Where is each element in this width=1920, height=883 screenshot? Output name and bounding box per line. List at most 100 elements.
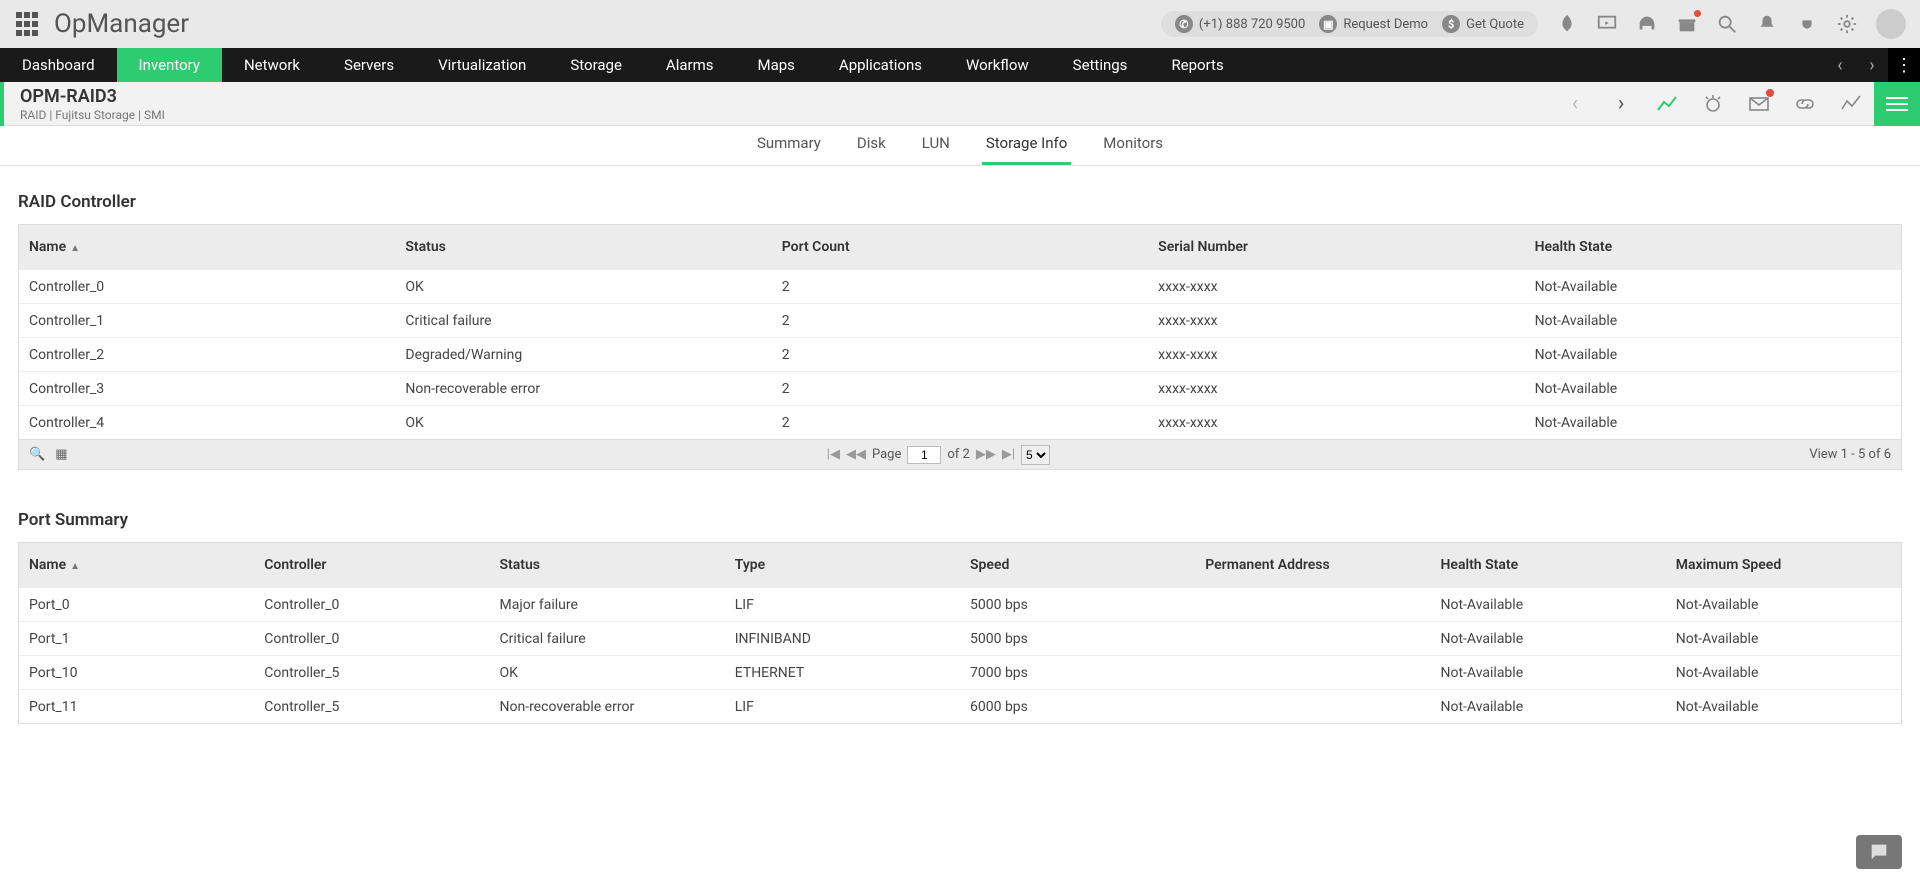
- page-prev-icon[interactable]: ‹: [1562, 91, 1588, 117]
- cell-status: Critical failure: [490, 623, 725, 655]
- prev-page-icon[interactable]: ◀◀: [846, 447, 866, 462]
- nav-item-network[interactable]: Network: [222, 48, 322, 82]
- cell-health: Not-Available: [1525, 407, 1901, 439]
- cell-status: Critical failure: [395, 305, 771, 337]
- chat-fab[interactable]: [1856, 835, 1902, 869]
- cell-status: OK: [490, 657, 725, 689]
- cell-port: 2: [772, 339, 1148, 371]
- raid-grid-header: Name▲ Status Port Count Serial Number He…: [19, 225, 1901, 269]
- nav-item-reports[interactable]: Reports: [1149, 48, 1245, 82]
- grid-columns-icon[interactable]: ▦: [55, 447, 67, 462]
- col-port-count[interactable]: Port Count: [772, 227, 1148, 267]
- cell-max: Not-Available: [1666, 623, 1901, 655]
- cell-type: LIF: [725, 691, 960, 723]
- next-page-icon[interactable]: ▶▶: [976, 447, 996, 462]
- chart-icon[interactable]: [1654, 91, 1680, 117]
- last-page-icon[interactable]: ▶|: [1002, 447, 1015, 462]
- nav-item-dashboard[interactable]: Dashboard: [0, 48, 117, 82]
- col-health2[interactable]: Health State: [1431, 545, 1666, 585]
- nav-item-applications[interactable]: Applications: [817, 48, 944, 82]
- col-serial[interactable]: Serial Number: [1148, 227, 1524, 267]
- page-crumbs: RAID | Fujitsu Storage | SMI: [20, 108, 165, 122]
- presentation-icon[interactable]: [1596, 13, 1618, 35]
- nav-next-icon[interactable]: ›: [1856, 48, 1888, 82]
- cell-status: OK: [395, 271, 771, 303]
- page-action-icons: ‹ ›: [1562, 91, 1864, 117]
- page-menu-button[interactable]: [1874, 82, 1920, 126]
- link-icon[interactable]: [1792, 91, 1818, 117]
- rocket-icon[interactable]: [1556, 13, 1578, 35]
- col-status[interactable]: Status: [395, 227, 771, 267]
- page-input[interactable]: [907, 446, 941, 464]
- request-demo-item[interactable]: ▣ Request Demo: [1319, 15, 1428, 33]
- col-health[interactable]: Health State: [1525, 227, 1901, 267]
- main-nav: DashboardInventoryNetworkServersVirtuali…: [0, 48, 1920, 82]
- nav-item-maps[interactable]: Maps: [735, 48, 816, 82]
- col-status2[interactable]: Status: [490, 545, 725, 585]
- get-quote-item[interactable]: $ Get Quote: [1442, 15, 1524, 33]
- bell-icon[interactable]: [1756, 13, 1778, 35]
- col-name[interactable]: Name▲: [19, 227, 395, 267]
- cell-health: Not-Available: [1525, 373, 1901, 405]
- cell-type: LIF: [725, 589, 960, 621]
- user-avatar[interactable]: [1876, 9, 1906, 39]
- table-row[interactable]: Port_1Controller_0Critical failureINFINI…: [19, 621, 1901, 655]
- headset-icon[interactable]: [1636, 13, 1658, 35]
- cell-speed: 5000 bps: [960, 623, 1195, 655]
- table-row[interactable]: Controller_1Critical failure2xxxx-xxxxNo…: [19, 303, 1901, 337]
- cell-addr: [1195, 631, 1430, 647]
- cell-health: Not-Available: [1525, 339, 1901, 371]
- cell-health: Not-Available: [1431, 623, 1666, 655]
- col-max-speed[interactable]: Maximum Speed: [1666, 545, 1901, 585]
- nav-more-icon[interactable]: ⋮: [1888, 48, 1920, 82]
- mail-icon[interactable]: [1746, 91, 1772, 117]
- table-row[interactable]: Controller_0OK2xxxx-xxxxNot-Available: [19, 269, 1901, 303]
- cell-controller: Controller_0: [254, 623, 489, 655]
- apps-grid-icon[interactable]: [14, 11, 40, 37]
- sort-icon: ▲: [70, 243, 80, 254]
- nav-item-storage[interactable]: Storage: [548, 48, 644, 82]
- tab-summary[interactable]: Summary: [753, 134, 825, 165]
- cell-health: Not-Available: [1525, 305, 1901, 337]
- trend-icon[interactable]: [1838, 91, 1864, 117]
- search-icon[interactable]: [1716, 13, 1738, 35]
- table-row[interactable]: Port_11Controller_5Non-recoverable error…: [19, 689, 1901, 723]
- col-port-name[interactable]: Name▲: [19, 545, 254, 585]
- nav-item-settings[interactable]: Settings: [1051, 48, 1150, 82]
- col-controller[interactable]: Controller: [254, 545, 489, 585]
- page-size-select[interactable]: 5: [1021, 445, 1050, 465]
- table-row[interactable]: Port_0Controller_0Major failureLIF5000 b…: [19, 587, 1901, 621]
- first-page-icon[interactable]: |◀: [827, 447, 840, 462]
- nav-item-inventory[interactable]: Inventory: [117, 48, 222, 82]
- col-speed[interactable]: Speed: [960, 545, 1195, 585]
- breadcrumb-block: OPM-RAID3 RAID | Fujitsu Storage | SMI: [0, 82, 181, 126]
- col-type[interactable]: Type: [725, 545, 960, 585]
- nav-item-alarms[interactable]: Alarms: [644, 48, 736, 82]
- cell-speed: 7000 bps: [960, 657, 1195, 689]
- phone-item[interactable]: ✆ (+1) 888 720 9500: [1175, 15, 1305, 33]
- plug-icon[interactable]: [1796, 13, 1818, 35]
- cell-max: Not-Available: [1666, 657, 1901, 689]
- gear-icon[interactable]: [1836, 13, 1858, 35]
- tab-disk[interactable]: Disk: [853, 134, 890, 165]
- table-row[interactable]: Controller_4OK2xxxx-xxxxNot-Available: [19, 405, 1901, 439]
- nav-item-workflow[interactable]: Workflow: [944, 48, 1051, 82]
- nav-item-servers[interactable]: Servers: [322, 48, 416, 82]
- nav-item-virtualization[interactable]: Virtualization: [416, 48, 548, 82]
- nav-prev-icon[interactable]: ‹: [1824, 48, 1856, 82]
- tab-lun[interactable]: LUN: [918, 134, 954, 165]
- tab-storage-info[interactable]: Storage Info: [982, 134, 1071, 165]
- table-row[interactable]: Port_10Controller_5OKETHERNET7000 bpsNot…: [19, 655, 1901, 689]
- alarm-icon[interactable]: [1700, 91, 1726, 117]
- cell-port: 2: [772, 271, 1148, 303]
- brand-title: OpManager: [54, 9, 189, 39]
- contact-pill: ✆ (+1) 888 720 9500 ▣ Request Demo $ Get…: [1161, 11, 1538, 37]
- tab-monitors[interactable]: Monitors: [1099, 134, 1167, 165]
- table-row[interactable]: Controller_3Non-recoverable error2xxxx-x…: [19, 371, 1901, 405]
- grid-search-icon[interactable]: 🔍: [29, 447, 45, 462]
- page-next-icon[interactable]: ›: [1608, 91, 1634, 117]
- gift-icon[interactable]: [1676, 13, 1698, 35]
- table-row[interactable]: Controller_2Degraded/Warning2xxxx-xxxxNo…: [19, 337, 1901, 371]
- cell-port-name: Port_0: [19, 589, 254, 621]
- col-perm-addr[interactable]: Permanent Address: [1195, 545, 1430, 585]
